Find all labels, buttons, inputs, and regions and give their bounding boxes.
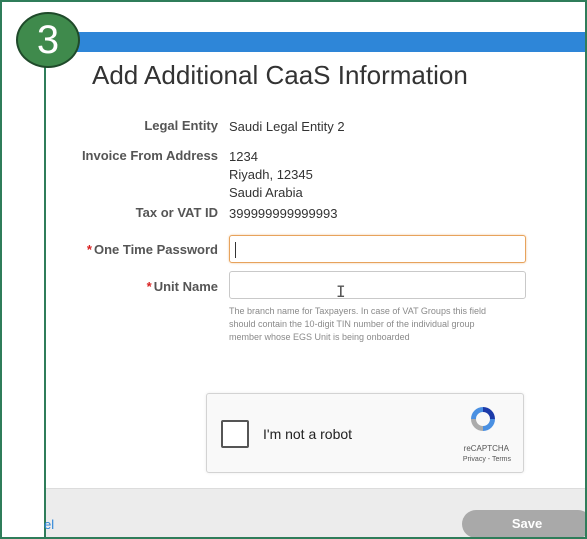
screenshot-frame: Add Additional CaaS Information Legal En… [0,0,587,539]
recaptcha-logo-icon [471,407,495,431]
one-time-password-label: * One Time Password [46,242,218,257]
tax-vat-id-row: Tax or VAT ID 399999999999993 [46,205,585,223]
unit-name-help-text: The branch name for Taxpayers. In case o… [229,306,486,342]
recaptcha-privacy-link[interactable]: Privacy [463,456,486,463]
tax-vat-id-label: Tax or VAT ID [135,205,218,220]
caas-info-dialog: Add Additional CaaS Information Legal En… [46,52,585,537]
one-time-password-label-text: One Time Password [93,242,218,257]
save-button[interactable]: Save [462,510,585,537]
step-number-badge: 3 [16,12,80,68]
required-marker: * [146,279,152,294]
dialog-title: Add Additional CaaS Information [92,60,468,90]
tax-vat-id-value: 399999999999993 [229,206,338,221]
cancel-link[interactable]: el [44,517,54,532]
recaptcha-links: Privacy - Terms [463,456,511,463]
unit-name-label-text: Unit Name [153,279,218,294]
ibeam-cursor-icon: I [336,282,346,301]
address-line: Saudi Arabia [229,185,303,200]
invoice-from-address-row: Invoice From Address 1234 Riyadh, 12345 … [46,148,585,204]
legal-entity-label: Legal Entity [144,118,218,133]
address-line: Riyadh, 12345 [229,167,313,182]
invoice-from-address-value: 1234 Riyadh, 12345 Saudi Arabia [229,148,313,202]
text-cursor [235,242,236,258]
recaptcha-brand: reCAPTCHA [463,444,509,453]
legal-entity-value: Saudi Legal Entity 2 [229,119,345,134]
dialog-header-bar [42,32,585,52]
unit-name-input[interactable] [229,271,526,299]
recaptcha-terms-link[interactable]: Terms [492,456,511,463]
legal-entity-row: Legal Entity Saudi Legal Entity 2 [46,118,585,136]
address-line: 1234 [229,149,258,164]
recaptcha-checkbox[interactable] [221,420,249,448]
recaptcha-checkbox-label: I'm not a robot [263,426,353,442]
recaptcha-widget: I'm not a robot reCAPTCHA Privacy - Term… [206,393,524,473]
required-marker: * [86,242,92,257]
one-time-password-input[interactable] [229,235,526,263]
unit-name-label: * Unit Name [46,279,218,294]
invoice-from-address-label: Invoice From Address [81,148,218,163]
